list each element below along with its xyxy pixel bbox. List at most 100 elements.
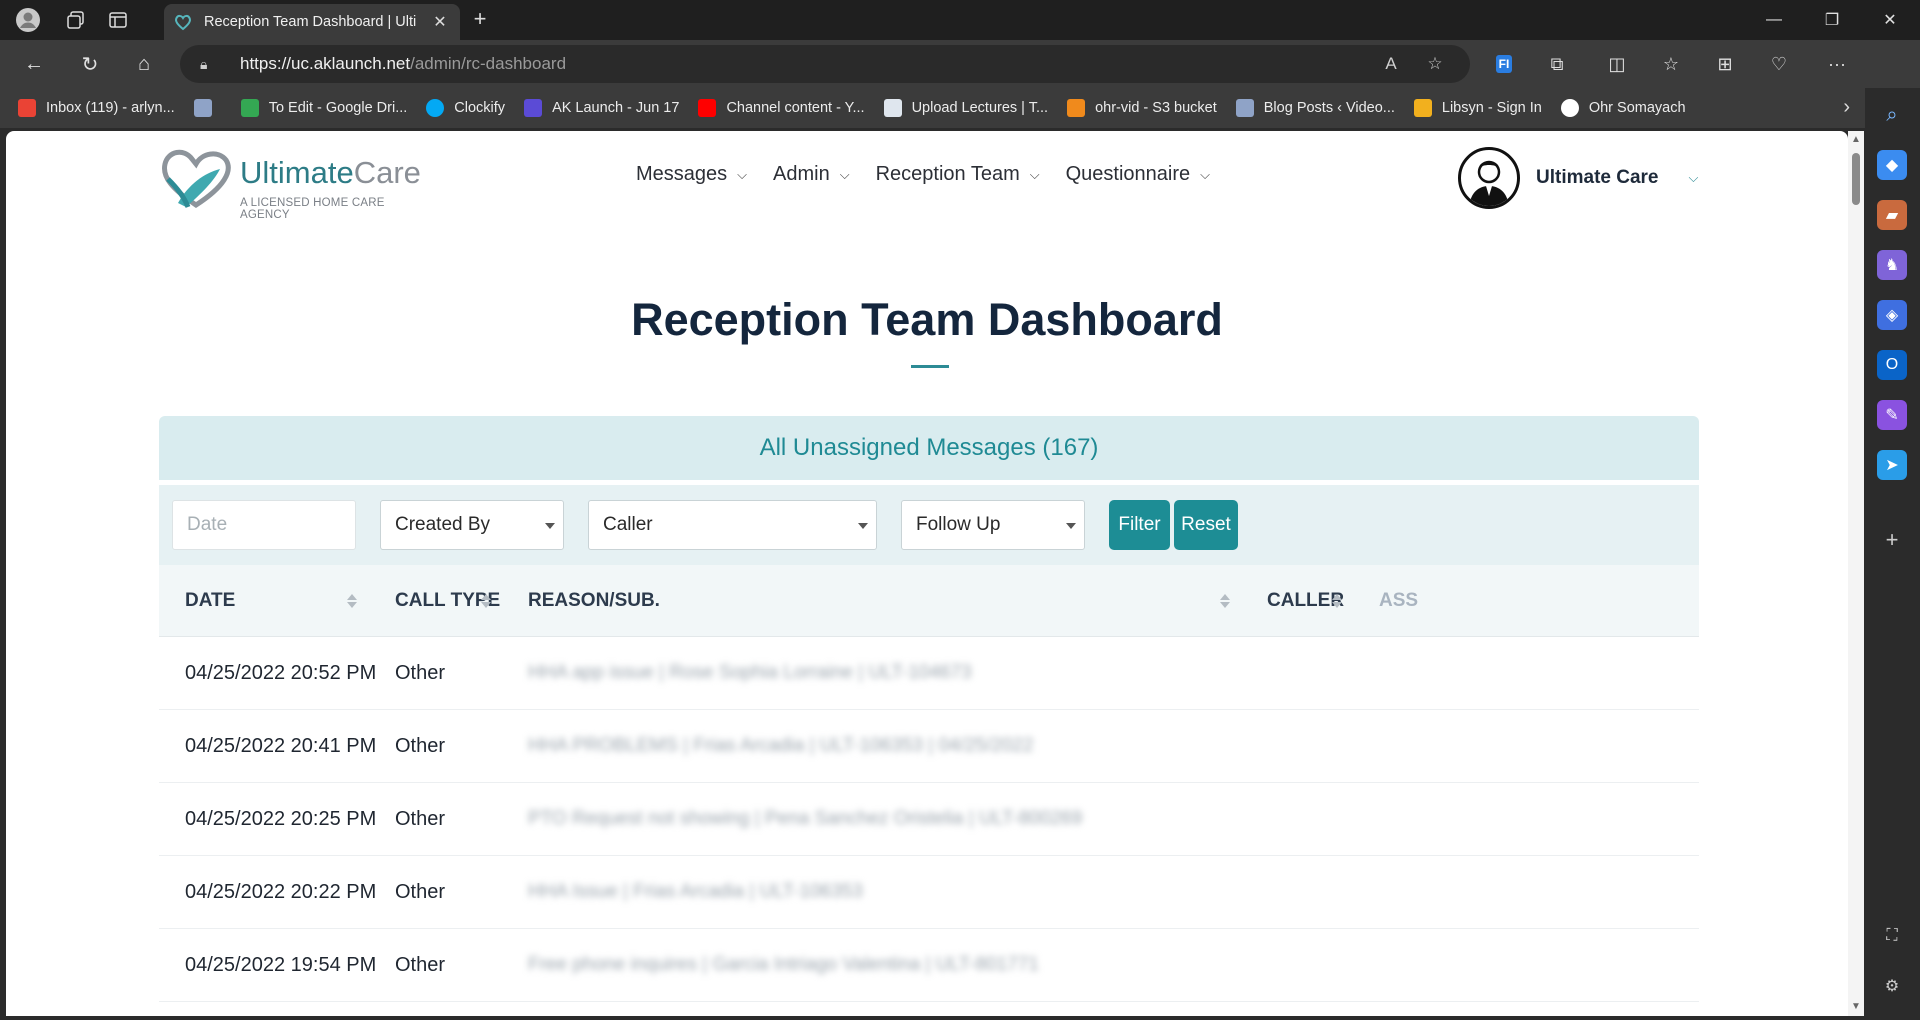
reset-button[interactable]: Reset <box>1174 500 1238 550</box>
chevron-down-icon: ⌵ <box>1688 170 1699 185</box>
sort-arrows-icon[interactable] <box>481 565 491 637</box>
sort-arrows-icon[interactable] <box>347 565 357 637</box>
sidebar-settings-gear-icon[interactable]: ⚙ <box>1877 971 1907 1001</box>
cell-call-type: Other <box>395 881 446 903</box>
scroll-down-arrow-icon[interactable]: ▼ <box>1851 1002 1861 1012</box>
logo-tagline: A LICENSED HOME CARE AGENCY <box>240 197 385 221</box>
outlook-icon[interactable]: O <box>1877 350 1907 380</box>
nav-questionnaire[interactable]: Questionnaire ⌵ <box>1066 163 1210 186</box>
designer-icon[interactable]: ✎ <box>1877 400 1907 430</box>
split-screen-icon[interactable]: ◫ <box>1600 48 1634 80</box>
user-name: Ultimate Care <box>1536 167 1659 188</box>
restore-icon[interactable]: ❐ <box>1804 0 1860 40</box>
collections-icon[interactable]: ⊞ <box>1708 48 1742 80</box>
table-row[interactable]: 04/25/2022 20:52 PM Other HHA app issue … <box>159 637 1699 710</box>
screenshot-icon[interactable]: ⛶ <box>1877 921 1907 951</box>
table-row[interactable]: 04/25/2022 20:25 PM Other PTO Request no… <box>159 783 1699 856</box>
shopping-icon[interactable]: ◆ <box>1877 150 1907 180</box>
workspaces-icon[interactable] <box>62 6 90 34</box>
gmail-icon <box>18 99 36 117</box>
page-scrollbar[interactable]: ▲ ▼ <box>1848 131 1864 1016</box>
cell-reason[interactable]: HHA Issue | Frias Arcadia | ULT-106353 <box>528 856 863 928</box>
add-sidebar-app-icon[interactable]: + <box>1877 525 1907 555</box>
bookmark-s3-bucket[interactable]: ohr-vid - S3 bucket <box>1067 99 1217 117</box>
cell-reason[interactable]: Free phone inquires | Garcia Intriago Va… <box>528 929 1039 1001</box>
extension-fi-icon[interactable]: FI <box>1487 48 1521 80</box>
home-icon[interactable]: ⌂ <box>126 48 162 80</box>
table-row[interactable]: 04/25/2022 20:22 PM Other HHA Issue | Fr… <box>159 856 1699 929</box>
new-tab-button[interactable]: + <box>466 6 494 34</box>
scroll-up-arrow-icon[interactable]: ▲ <box>1851 135 1861 145</box>
bookmark-libsyn[interactable]: Libsyn - Sign In <box>1413 99 1542 117</box>
games-icon[interactable]: ♞ <box>1877 250 1907 280</box>
favorite-star-icon[interactable]: ☆ <box>1420 49 1450 79</box>
read-aloud-icon[interactable]: A <box>1376 49 1406 79</box>
dropdown-caret-icon <box>545 523 555 529</box>
youtube-icon <box>698 99 717 117</box>
microsoft-365-icon[interactable]: ◈ <box>1877 300 1907 330</box>
bookmark-clockify[interactable]: Clockify <box>426 99 505 117</box>
nav-admin[interactable]: Admin ⌵ <box>773 163 850 186</box>
filter-button[interactable]: Filter <box>1109 500 1170 550</box>
minimize-icon[interactable]: — <box>1746 0 1802 40</box>
bookmarks-bar: Inbox (119) - arlyn... To Edit - Google … <box>0 88 1920 128</box>
column-date[interactable]: DATE <box>185 565 235 637</box>
tools-icon[interactable]: ▰ <box>1877 200 1907 230</box>
table-row[interactable]: 04/25/2022 19:54 PM Other Free phone inq… <box>159 929 1699 1002</box>
scrollbar-thumb[interactable] <box>1852 153 1860 205</box>
favorites-icon[interactable]: ☆ <box>1654 48 1688 80</box>
date-filter-input[interactable]: Date <box>172 500 356 550</box>
profile-icon[interactable] <box>14 6 42 34</box>
more-options-icon[interactable]: ··· <box>1820 48 1854 80</box>
lock-icon: 🔒︎ <box>200 55 208 72</box>
search-icon[interactable]: ⌕ <box>1877 100 1907 130</box>
user-menu[interactable]: Ultimate Care ⌵ <box>1458 147 1698 209</box>
page-title: Reception Team Dashboard <box>631 294 1223 345</box>
cell-date: 04/25/2022 20:25 PM <box>185 808 377 830</box>
table-row[interactable]: 04/25/2022 20:41 PM Other HHA PROBLEMS |… <box>159 710 1699 783</box>
ultimate-care-logo[interactable]: UltimateCare A LICENSED HOME CARE AGENCY <box>158 145 421 221</box>
bookmark-icon-only[interactable] <box>193 99 222 117</box>
bookmark-google-drive[interactable]: To Edit - Google Dri... <box>240 99 407 117</box>
column-assigned-truncated[interactable]: ASS <box>1379 565 1418 637</box>
chevron-down-icon: ⌵ <box>839 166 850 182</box>
clockify-icon <box>426 99 445 117</box>
ohr-somayach-icon <box>1560 99 1579 117</box>
bookmark-ak-launch[interactable]: AK Launch - Jun 17 <box>524 99 679 117</box>
edge-sidebar: ⌕ ◆ ▰ ♞ ◈ O ✎ ➤ + ⛶ ⚙ <box>1865 88 1920 1020</box>
created-by-select[interactable]: Created By <box>380 500 564 550</box>
column-reason[interactable]: REASON/SUB. <box>528 565 660 637</box>
bookmark-inbox[interactable]: Inbox (119) - arlyn... <box>18 99 175 117</box>
nav-reception-team[interactable]: Reception Team ⌵ <box>876 163 1040 186</box>
avatar <box>1458 147 1520 209</box>
cell-date: 04/25/2022 20:22 PM <box>185 881 377 903</box>
extensions-icon[interactable]: ⧉ <box>1540 48 1574 80</box>
bookmark-youtube[interactable]: Channel content - Y... <box>698 99 865 117</box>
bookmark-ohr-somayach[interactable]: Ohr Somayach <box>1560 99 1686 117</box>
back-icon[interactable]: ← <box>16 48 52 80</box>
vertical-tabs-icon[interactable] <box>104 6 132 34</box>
cell-date: 04/25/2022 19:54 PM <box>185 954 377 976</box>
close-window-icon[interactable]: ✕ <box>1862 0 1918 40</box>
address-bar[interactable]: 🔒︎ https://uc.aklaunch.net/admin/rc-dash… <box>180 45 1470 83</box>
cell-date: 04/25/2022 20:41 PM <box>185 735 377 757</box>
cell-reason[interactable]: PTO Request not showing | Pena Sanchez O… <box>528 783 1082 855</box>
chevron-down-icon: ⌵ <box>1200 166 1210 182</box>
active-tab[interactable]: Reception Team Dashboard | Ulti ✕ <box>164 4 460 40</box>
bookmark-upload-lectures[interactable]: Upload Lectures | T... <box>883 99 1048 117</box>
refresh-icon[interactable]: ↻ <box>72 48 108 80</box>
browser-essentials-icon[interactable]: ♡ <box>1762 48 1796 80</box>
bookmark-blog-posts[interactable]: Blog Posts ‹ Video... <box>1235 99 1395 117</box>
cell-reason[interactable]: HHA app issue | Rose Sophia Lorraine | U… <box>528 637 972 709</box>
nav-messages[interactable]: Messages ⌵ <box>636 163 747 186</box>
sort-arrows-icon[interactable] <box>1220 565 1230 637</box>
close-tab-icon[interactable]: ✕ <box>430 12 450 32</box>
sort-arrows-icon[interactable] <box>1332 565 1342 637</box>
caller-select[interactable]: Caller <box>588 500 877 550</box>
ultimate-care-favicon <box>174 13 192 31</box>
bookmarks-overflow-chevron-icon[interactable]: › <box>1843 96 1850 119</box>
drop-icon[interactable]: ➤ <box>1877 450 1907 480</box>
ak-launch-icon <box>524 99 543 117</box>
cell-reason[interactable]: HHA PROBLEMS | Frias Arcadia | ULT-10635… <box>528 710 1034 782</box>
follow-up-select[interactable]: Follow Up <box>901 500 1085 550</box>
